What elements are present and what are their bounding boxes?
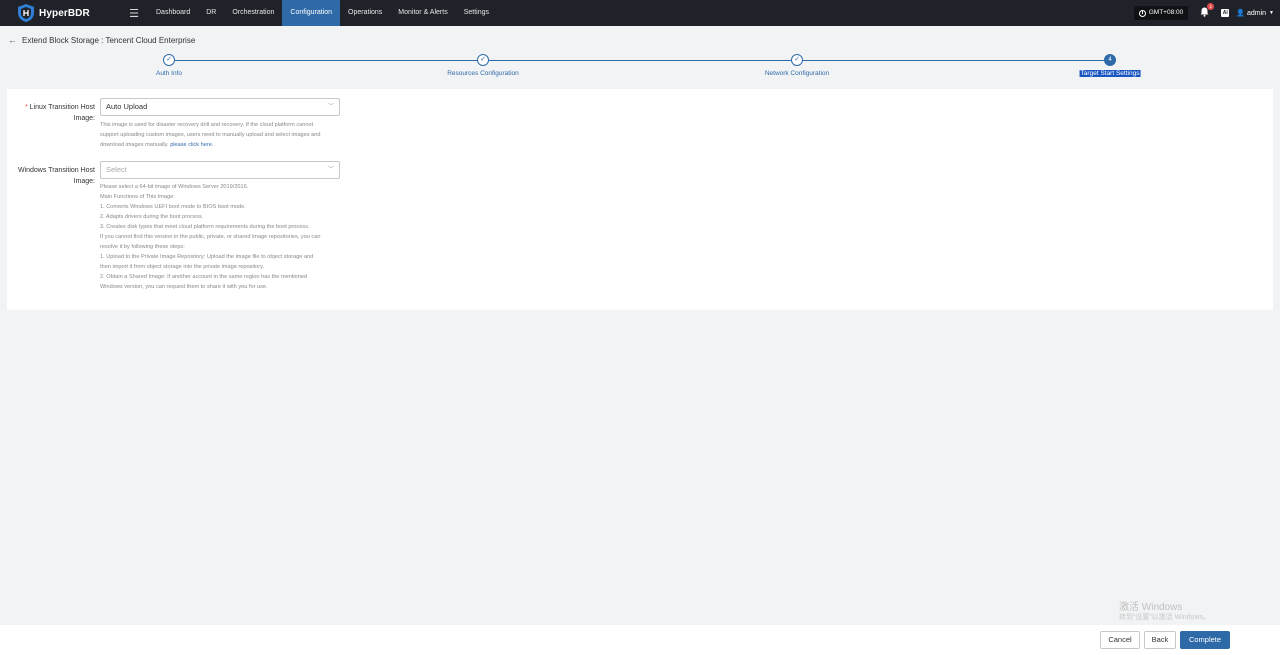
hint-line: then import it from object storage into … <box>100 264 265 270</box>
hint-line: 1. Converts Windows UEFI boot mode to BI… <box>100 204 246 210</box>
required-mark: * <box>24 104 28 111</box>
windows-label-line1: Windows Transition Host <box>17 167 95 174</box>
hint-line: Please select a 64-bit image of Windows … <box>100 184 249 190</box>
page-title: Extend Block Storage : Tencent Cloud Ent… <box>22 35 196 45</box>
linux-label-line2: Image: <box>73 115 95 122</box>
activation-watermark-subtitle: 转到“设置”以激活 Windows。 <box>1119 614 1211 621</box>
step-1-check-icon: ✓ <box>163 54 175 66</box>
linux-image-label: * Linux Transition Host Image: <box>7 102 95 124</box>
nav-dr[interactable]: DR <box>198 0 224 26</box>
footer-action-bar: Cancel Back Complete <box>0 625 1280 655</box>
please-click-here-link[interactable]: please click here. <box>170 142 213 148</box>
windows-image-select[interactable]: Select ﹀ <box>100 161 340 179</box>
chevron-down-icon: ▼ <box>1269 10 1274 16</box>
windows-image-label: Windows Transition Host Image: <box>7 165 95 187</box>
complete-button[interactable]: Complete <box>1180 631 1230 649</box>
wizard-steps: ✓ ✓ ✓ 4 Auth Info Resources Configuratio… <box>0 54 1280 84</box>
step-label-auth-info[interactable]: Auth Info <box>156 70 182 77</box>
chevron-down-icon: ﹀ <box>327 167 334 173</box>
nav-monitor-alerts[interactable]: Monitor & Alerts <box>390 0 455 26</box>
timezone-badge[interactable]: GMT+08:00 <box>1133 6 1189 20</box>
clock-icon <box>1138 9 1146 17</box>
hint-line: Main Functions of This Image: <box>100 194 175 200</box>
chevron-down-icon: ﹀ <box>327 104 334 110</box>
hint-line: 2. Obtain a Shared Image: If another acc… <box>100 274 308 280</box>
nav-operations[interactable]: Operations <box>340 0 390 26</box>
hint-line: Windows version, you can request them to… <box>100 284 268 290</box>
user-menu[interactable]: 👤 admin ▼ <box>1236 9 1274 18</box>
cancel-button[interactable]: Cancel <box>1100 631 1140 649</box>
step-label-target-start[interactable]: Target Start Settings <box>1079 70 1141 77</box>
main-nav: Dashboard DR Orchestration Configuration… <box>148 0 497 26</box>
brand-logo[interactable]: HyperBDR <box>18 0 128 26</box>
hint-line: If you cannot find this version in the p… <box>100 234 321 240</box>
windows-label-line2: Image: <box>73 178 95 185</box>
activation-watermark-title: 激活 Windows <box>1119 602 1183 613</box>
timezone-label: GMT+08:00 <box>1148 9 1184 16</box>
brand-name: HyperBDR <box>39 7 90 19</box>
step-label-network[interactable]: Network Configuration <box>765 70 829 77</box>
step-connector <box>175 60 477 61</box>
back-arrow-icon[interactable]: ← <box>8 35 17 45</box>
step-label-resources[interactable]: Resources Configuration <box>447 70 519 77</box>
windows-image-placeholder: Select <box>106 165 127 174</box>
windows-image-hint: Please select a 64-bit image of Windows … <box>100 182 345 292</box>
page-header: ← Extend Block Storage : Tencent Cloud E… <box>8 35 195 45</box>
hint-line: 2. Adapts drivers during the boot proces… <box>100 214 204 220</box>
linux-image-hint: This image is used for disaster recovery… <box>100 120 345 150</box>
step-connector <box>489 60 791 61</box>
linux-image-select[interactable]: Auto Upload ﹀ <box>100 98 340 116</box>
hint-line: resolve it by following these steps: <box>100 244 185 250</box>
hint-line: This image is used for disaster recovery… <box>100 122 314 128</box>
notification-count-badge: 1 <box>1207 3 1215 10</box>
top-navigation-bar: HyperBDR ☰ Dashboard DR Orchestration Co… <box>0 0 1280 26</box>
topbar-right: GMT+08:00 1 AI 👤 admin ▼ <box>1133 0 1274 26</box>
user-name: admin <box>1246 9 1267 17</box>
linux-label-line1: Linux Transition Host <box>29 104 95 111</box>
hint-line: 1. Upload to the Private Image Repositor… <box>100 254 314 260</box>
linux-image-value: Auto Upload <box>106 102 148 111</box>
hint-line: 3. Creates disk types that meet cloud pl… <box>100 224 310 230</box>
nav-dashboard[interactable]: Dashboard <box>148 0 198 26</box>
hamburger-menu-icon[interactable]: ☰ <box>124 7 144 20</box>
ai-assistant-icon[interactable]: AI <box>1221 9 1230 17</box>
hint-line: support uploading custom images, users n… <box>100 132 321 138</box>
step-2-check-icon: ✓ <box>477 54 489 66</box>
step-3-check-icon: ✓ <box>791 54 803 66</box>
step-connector <box>803 60 1104 61</box>
form-card: * Linux Transition Host Image: Auto Uplo… <box>7 89 1273 310</box>
nav-configuration[interactable]: Configuration <box>282 0 341 26</box>
nav-orchestration[interactable]: Orchestration <box>224 0 282 26</box>
user-icon: 👤 <box>1236 10 1245 17</box>
hint-line: download images manually. <box>100 142 169 148</box>
notification-bell-icon[interactable]: 1 <box>1200 3 1215 19</box>
back-button[interactable]: Back <box>1144 631 1176 649</box>
shield-logo-icon <box>18 4 34 22</box>
step-4-number: 4 <box>1104 54 1116 66</box>
nav-settings[interactable]: Settings <box>456 0 497 26</box>
